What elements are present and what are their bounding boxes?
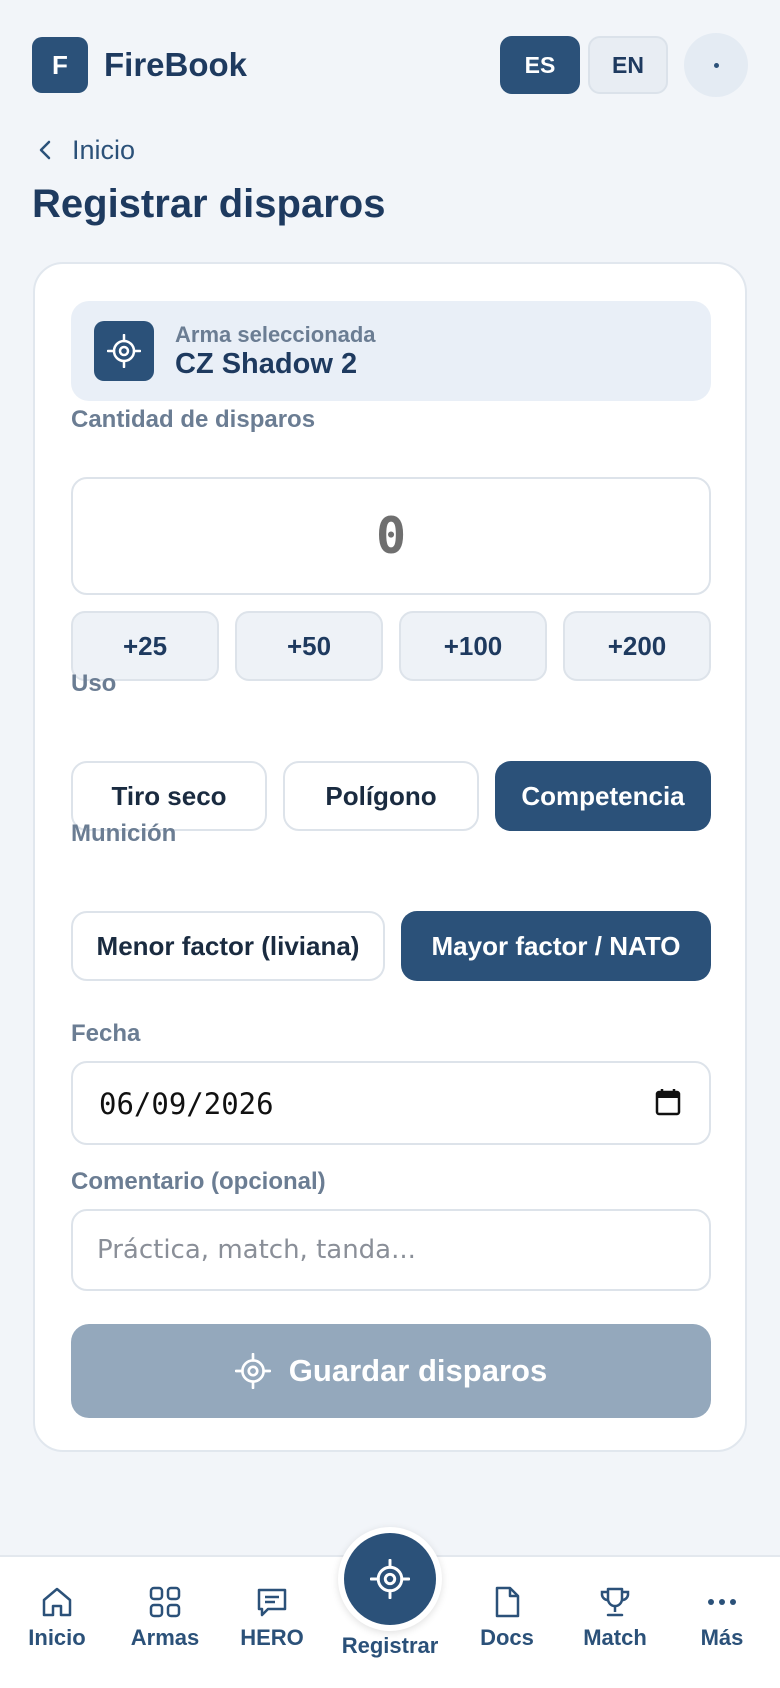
use-option-competition[interactable]: Competencia — [495, 761, 711, 831]
add-200-button[interactable]: +200 — [563, 611, 711, 681]
nav-hero[interactable]: HERO — [222, 1585, 322, 1651]
date-label: Fecha — [71, 1020, 141, 1047]
quantity-field[interactable] — [71, 477, 711, 595]
nav-armas[interactable]: Armas — [115, 1585, 215, 1651]
use-option-range[interactable]: Polígono — [283, 761, 479, 831]
add-100-button[interactable]: +100 — [399, 611, 547, 681]
nav-hero-label: HERO — [240, 1625, 304, 1650]
nav-match-label: Match — [583, 1625, 647, 1650]
comment-field[interactable] — [71, 1209, 711, 1291]
ammo-option-minor[interactable]: Menor factor (liviana) — [71, 911, 385, 981]
nav-mas-label: Más — [700, 1625, 744, 1650]
lang-es-button[interactable]: ES — [500, 36, 580, 94]
nav-inicio-label: Inicio — [28, 1625, 86, 1650]
weapon-name: CZ Shadow 2 — [175, 348, 358, 380]
comment-label: Comentario (opcional) — [71, 1168, 326, 1195]
use-label: Uso — [71, 670, 117, 697]
avatar-dot — [713, 62, 719, 68]
chevron-left-icon — [39, 140, 51, 160]
date-field[interactable]: 06/09/2026 — [71, 1061, 711, 1145]
quantity-label: Cantidad de disparos — [71, 406, 316, 433]
save-shots-button[interactable]: Guardar disparos — [71, 1324, 711, 1418]
nav-docs-label: Docs — [480, 1625, 534, 1650]
quantity-input[interactable] — [73, 507, 709, 565]
date-value: 06/09/2026 — [99, 1087, 274, 1121]
message-icon — [257, 1588, 287, 1617]
nav-match[interactable]: Match — [565, 1585, 665, 1651]
weapon-label: Arma seleccionada — [175, 322, 376, 347]
register-fab-inner[interactable] — [344, 1533, 436, 1625]
back-link[interactable]: Inicio — [38, 130, 135, 170]
home-icon — [42, 1587, 72, 1617]
comment-input[interactable] — [97, 1211, 687, 1289]
nav-armas-label: Armas — [130, 1625, 200, 1650]
app-title: FireBook — [104, 46, 248, 83]
lang-en-button[interactable]: EN — [588, 36, 668, 94]
crosshair-icon — [234, 1353, 271, 1389]
ammo-label: Munición — [71, 820, 177, 847]
calendar-icon[interactable] — [655, 1088, 681, 1116]
trophy-icon — [600, 1587, 630, 1617]
save-shots-label: Guardar disparos — [288, 1353, 548, 1388]
ammo-option-major[interactable]: Mayor factor / NATO — [401, 911, 711, 981]
nav-mas[interactable]: Más — [672, 1585, 772, 1651]
register-fab[interactable] — [338, 1527, 442, 1631]
page-title: Registrar disparos — [32, 182, 386, 226]
nav-docs[interactable]: Docs — [457, 1585, 557, 1651]
crosshair-icon — [370, 1559, 410, 1599]
app-logo: F — [32, 37, 88, 93]
document-icon — [495, 1586, 520, 1618]
more-icon — [708, 1599, 736, 1605]
add-50-button[interactable]: +50 — [235, 611, 383, 681]
crosshair-icon — [94, 321, 154, 381]
selected-weapon[interactable]: Arma seleccionada CZ Shadow 2 — [71, 301, 711, 401]
avatar[interactable] — [684, 33, 748, 97]
grid-icon — [149, 1586, 181, 1618]
register-form-card: Arma seleccionada CZ Shadow 2 Cantidad d… — [33, 262, 747, 1452]
back-link-label: Inicio — [72, 134, 136, 165]
nav-inicio[interactable]: Inicio — [7, 1585, 107, 1651]
nav-registrar-label[interactable]: Registrar — [330, 1633, 450, 1659]
